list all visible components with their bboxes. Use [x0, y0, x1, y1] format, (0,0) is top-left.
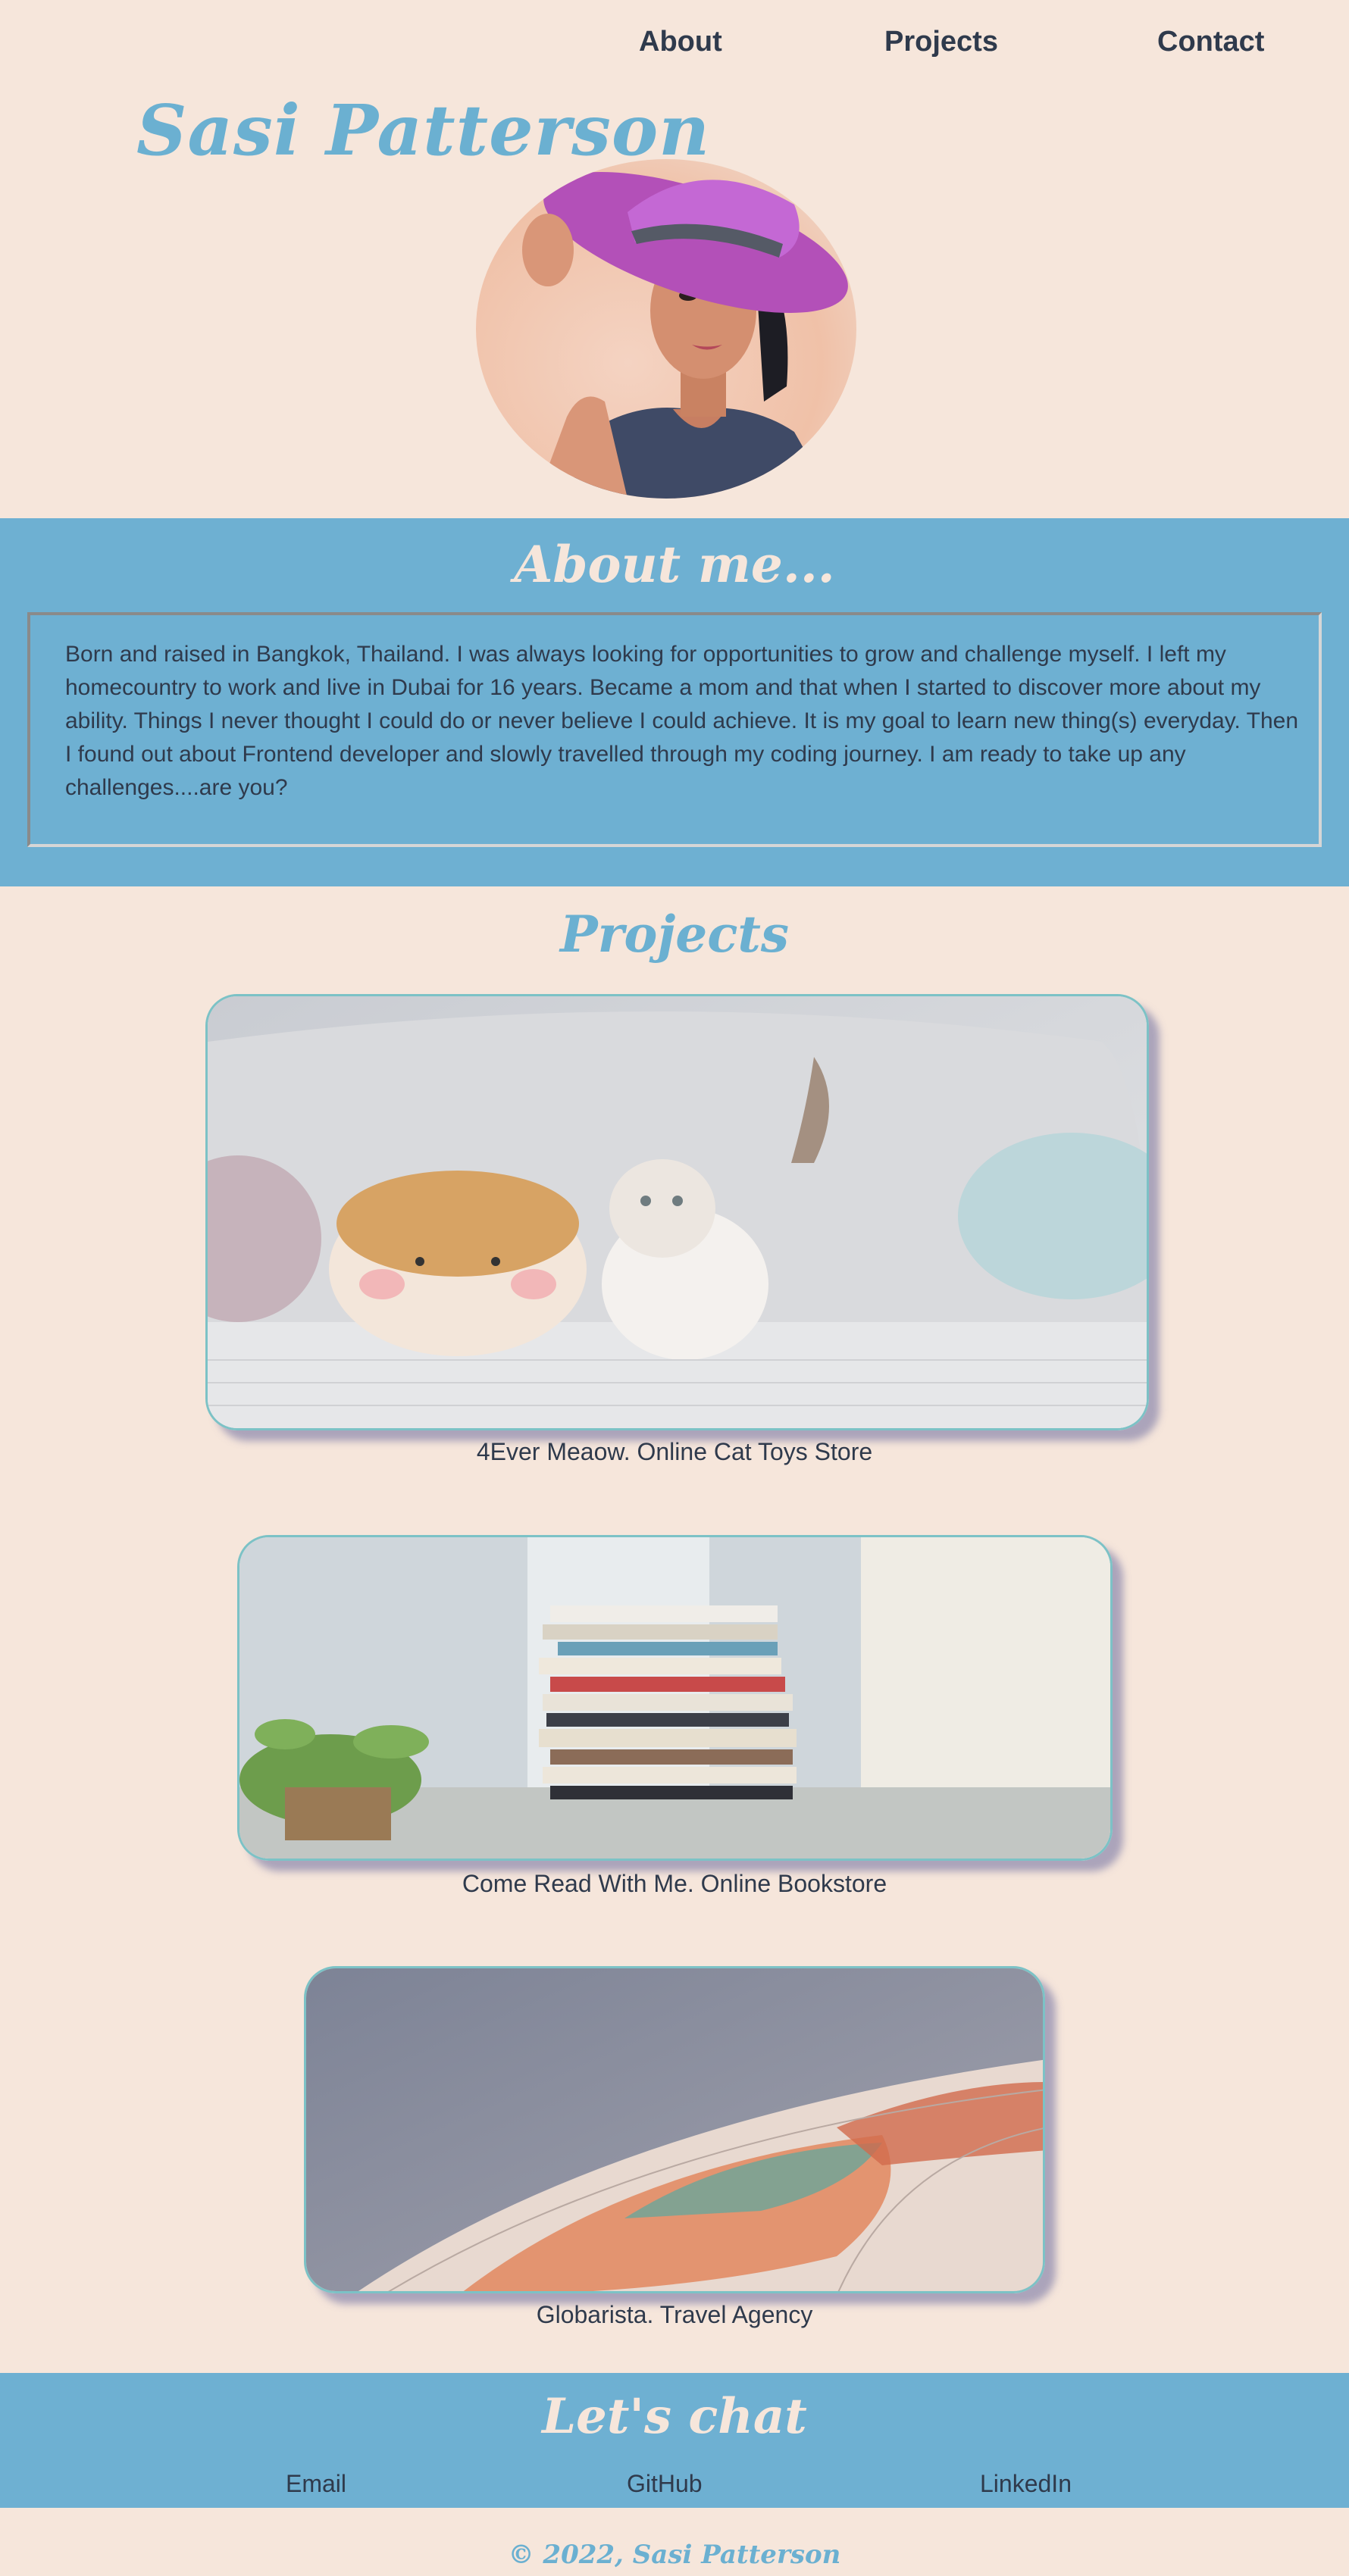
nav-link-about[interactable]: About: [639, 26, 722, 58]
main-nav: About Projects Contact: [0, 0, 1349, 83]
linkedin-link[interactable]: LinkedIn: [980, 2470, 1072, 2498]
avatar-illustration: [522, 172, 848, 499]
projects-title: Projects: [559, 905, 790, 964]
footer-copyright: © 2022, Sasi Patterson: [508, 2540, 841, 2570]
travel-image: [306, 1968, 1043, 2291]
cat-toys-image: [208, 996, 1147, 1428]
contact-section: Let's chat Email GitHub LinkedIn: [0, 2373, 1349, 2508]
project-card-bookstore[interactable]: [237, 1535, 1113, 1861]
about-text-box: Born and raised in Bangkok, Thailand. I …: [27, 612, 1322, 847]
github-link[interactable]: GitHub: [627, 2470, 703, 2498]
project-caption-travel[interactable]: Globarista. Travel Agency: [0, 2301, 1349, 2329]
about-text: Born and raised in Bangkok, Thailand. I …: [65, 642, 1299, 800]
project-card-cat-toys[interactable]: [205, 994, 1149, 1430]
project-caption-bookstore[interactable]: Come Read With Me. Online Bookstore: [0, 1870, 1349, 1898]
site-title: Sasi Patterson: [136, 89, 711, 171]
email-link[interactable]: Email: [286, 2470, 346, 2498]
bookstore-image: [239, 1537, 1110, 1859]
profile-avatar: [476, 159, 856, 499]
nav-link-projects[interactable]: Projects: [884, 26, 998, 58]
about-title: About me...: [514, 535, 835, 594]
project-caption-cat-toys[interactable]: 4Ever Meaow. Online Cat Toys Store: [0, 1438, 1349, 1466]
project-card-travel[interactable]: [304, 1966, 1045, 2293]
nav-link-contact[interactable]: Contact: [1157, 26, 1264, 58]
about-section: About me... Born and raised in Bangkok, …: [0, 518, 1349, 886]
contact-title: Let's chat: [542, 2388, 807, 2445]
